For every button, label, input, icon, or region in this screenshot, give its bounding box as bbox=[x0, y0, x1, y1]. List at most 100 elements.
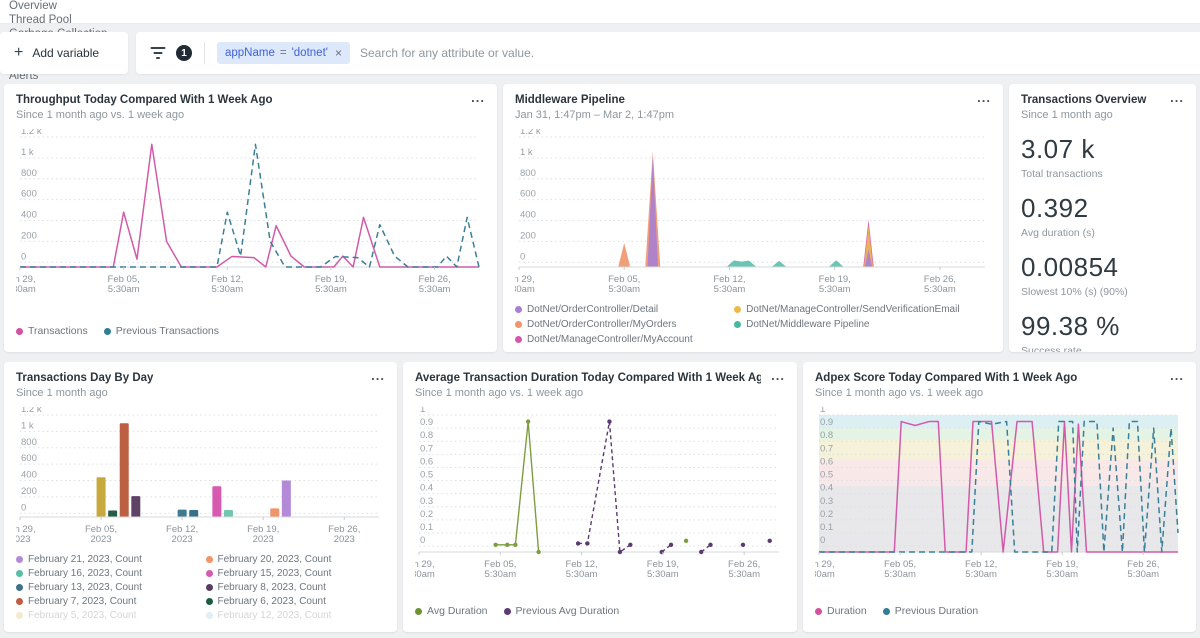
svg-text:2023: 2023 bbox=[172, 534, 193, 545]
legend-item[interactable]: DotNet/ManageController/MyAccount bbox=[515, 332, 724, 347]
day-by-day-legend: February 21, 2023, CountFebruary 16, 202… bbox=[16, 552, 385, 626]
card-menu-icon[interactable]: ... bbox=[1170, 90, 1184, 105]
svg-text:5:30am: 5:30am bbox=[515, 284, 535, 295]
card-subtitle: Since 1 month ago vs. 1 week ago bbox=[815, 387, 1160, 399]
plus-icon: + bbox=[14, 44, 23, 62]
day_by_day-canvas: 02004006008001 k1.2 kJan 29,2023Feb 05,2… bbox=[16, 407, 385, 547]
svg-text:5:30am: 5:30am bbox=[108, 284, 140, 295]
legend-item[interactable]: Previous Transactions bbox=[104, 324, 219, 338]
legend-item[interactable]: Transactions bbox=[16, 324, 88, 338]
nav-tab[interactable]: Thread Pool bbox=[8, 14, 108, 28]
legend-item[interactable]: February 20, 2023, Count bbox=[206, 552, 386, 566]
legend-dot-icon bbox=[734, 321, 741, 328]
svg-text:5:30am: 5:30am bbox=[1046, 569, 1078, 580]
svg-text:5:30am: 5:30am bbox=[819, 284, 851, 295]
adpex-chart: 00.10.20.30.40.50.60.70.80.91Jan 29,5:30… bbox=[815, 407, 1184, 587]
legend-item[interactable]: February 16, 2023, Count bbox=[16, 566, 196, 580]
card-title: Throughput Today Compared With 1 Week Ag… bbox=[16, 94, 461, 106]
chip-remove-icon[interactable]: × bbox=[335, 46, 342, 60]
middleware-canvas: 02004006008001 k1.2 kJan 29,5:30amFeb 05… bbox=[515, 129, 991, 297]
middleware-legend: DotNet/OrderController/DetailDotNet/Orde… bbox=[515, 302, 991, 351]
svg-text:800: 800 bbox=[21, 168, 37, 179]
nav-tab[interactable]: Overview bbox=[8, 0, 108, 14]
stat-block: 0.392 Avg duration (s) bbox=[1021, 193, 1184, 239]
svg-text:5:30am: 5:30am bbox=[647, 569, 679, 580]
legend-dot-icon bbox=[16, 328, 23, 335]
legend-item[interactable]: February 8, 2023, Count bbox=[206, 580, 386, 594]
svg-text:600: 600 bbox=[520, 189, 536, 200]
legend-dot-icon bbox=[104, 328, 111, 335]
legend-item[interactable]: February 6, 2023, Count bbox=[206, 594, 386, 608]
svg-text:1.2 k: 1.2 k bbox=[21, 407, 42, 415]
legend-item[interactable]: February 15, 2023, Count bbox=[206, 566, 386, 580]
svg-text:800: 800 bbox=[520, 168, 536, 179]
legend-item[interactable]: DotNet/ManageController/SendVerification… bbox=[734, 302, 991, 317]
svg-text:5:30am: 5:30am bbox=[211, 284, 243, 295]
add-variable-button[interactable]: + Add variable bbox=[0, 32, 128, 74]
avg-duration-legend: Avg Duration Previous Avg Duration bbox=[415, 604, 785, 622]
legend-item[interactable]: DotNet/OrderController/Detail bbox=[515, 302, 724, 317]
svg-text:400: 400 bbox=[21, 470, 37, 481]
svg-text:0.1: 0.1 bbox=[820, 522, 833, 533]
legend-dot-icon bbox=[415, 608, 422, 615]
stat-label: Slowest 10% (s) (90%) bbox=[1021, 286, 1184, 298]
card-subtitle: Jan 31, 1:47pm – Mar 2, 1:47pm bbox=[515, 109, 967, 121]
stat-value: 0.392 bbox=[1021, 193, 1184, 224]
svg-text:5:30am: 5:30am bbox=[566, 569, 598, 580]
svg-text:0.9: 0.9 bbox=[420, 417, 433, 428]
svg-text:5:30am: 5:30am bbox=[415, 569, 435, 580]
svg-text:0: 0 bbox=[520, 251, 525, 262]
legend-item[interactable]: Previous Avg Duration bbox=[504, 604, 620, 618]
svg-text:0.6: 0.6 bbox=[820, 456, 833, 467]
svg-text:0.4: 0.4 bbox=[820, 483, 833, 494]
card-title: Middleware Pipeline bbox=[515, 94, 967, 106]
svg-text:0.2: 0.2 bbox=[420, 509, 433, 520]
adpex-legend: Duration Previous Duration bbox=[815, 604, 1184, 622]
svg-text:0.3: 0.3 bbox=[820, 496, 833, 507]
legend-item[interactable]: DotNet/OrderController/MyOrders bbox=[515, 317, 724, 332]
svg-text:0: 0 bbox=[420, 535, 425, 546]
card-menu-icon[interactable]: ... bbox=[977, 90, 991, 105]
legend-item[interactable]: February 13, 2023, Count bbox=[16, 580, 196, 594]
legend-dot-icon bbox=[206, 570, 213, 577]
card-menu-icon[interactable]: ... bbox=[771, 368, 785, 383]
legend-item[interactable]: February 12, 2023, Count bbox=[206, 608, 386, 622]
svg-text:5:30am: 5:30am bbox=[484, 569, 516, 580]
legend-item[interactable]: DotNet/Middleware Pipeline bbox=[734, 317, 991, 332]
stat-label: Total transactions bbox=[1021, 168, 1184, 180]
svg-text:0.8: 0.8 bbox=[820, 430, 833, 441]
svg-text:400: 400 bbox=[520, 210, 536, 221]
search-input[interactable] bbox=[360, 46, 1186, 60]
card-title: Transactions Overview bbox=[1021, 94, 1160, 106]
legend-dot-icon bbox=[206, 556, 213, 563]
svg-text:2023: 2023 bbox=[334, 534, 355, 545]
card-menu-icon[interactable]: ... bbox=[1170, 368, 1184, 383]
svg-text:1 k: 1 k bbox=[21, 420, 34, 431]
legend-item[interactable]: February 21, 2023, Count bbox=[16, 552, 196, 566]
chip-attribute: appName bbox=[225, 47, 275, 59]
card-menu-icon[interactable]: ... bbox=[471, 90, 485, 105]
svg-text:0.2: 0.2 bbox=[820, 509, 833, 520]
svg-text:1 k: 1 k bbox=[21, 147, 34, 158]
legend-item[interactable]: Previous Duration bbox=[883, 604, 978, 618]
legend-item[interactable]: Duration bbox=[815, 604, 867, 618]
svg-text:1.2 k: 1.2 k bbox=[520, 129, 541, 137]
legend-item[interactable]: February 7, 2023, Count bbox=[16, 594, 196, 608]
svg-text:0.3: 0.3 bbox=[420, 496, 433, 507]
filter-chip-appname[interactable]: appName = 'dotnet' × bbox=[217, 42, 350, 64]
top-nav: OverviewThread PoolGarbage CollectionTra… bbox=[0, 0, 1200, 24]
legend-item[interactable]: Avg Duration bbox=[415, 604, 488, 618]
svg-text:2023: 2023 bbox=[90, 534, 111, 545]
legend-dot-icon bbox=[206, 584, 213, 591]
filter-count-badge: 1 bbox=[176, 45, 192, 61]
svg-text:0.7: 0.7 bbox=[820, 443, 833, 454]
svg-text:5:30am: 5:30am bbox=[16, 284, 36, 295]
legend-item[interactable]: February 5, 2023, Count bbox=[16, 608, 196, 622]
svg-text:1: 1 bbox=[820, 407, 825, 415]
svg-text:5:30am: 5:30am bbox=[1127, 569, 1159, 580]
adpex-canvas: 00.10.20.30.40.50.60.70.80.91Jan 29,5:30… bbox=[815, 407, 1184, 582]
card-menu-icon[interactable]: ... bbox=[371, 368, 385, 383]
svg-text:5:30am: 5:30am bbox=[419, 284, 451, 295]
filter-icon[interactable] bbox=[150, 47, 166, 59]
svg-text:800: 800 bbox=[21, 437, 37, 448]
